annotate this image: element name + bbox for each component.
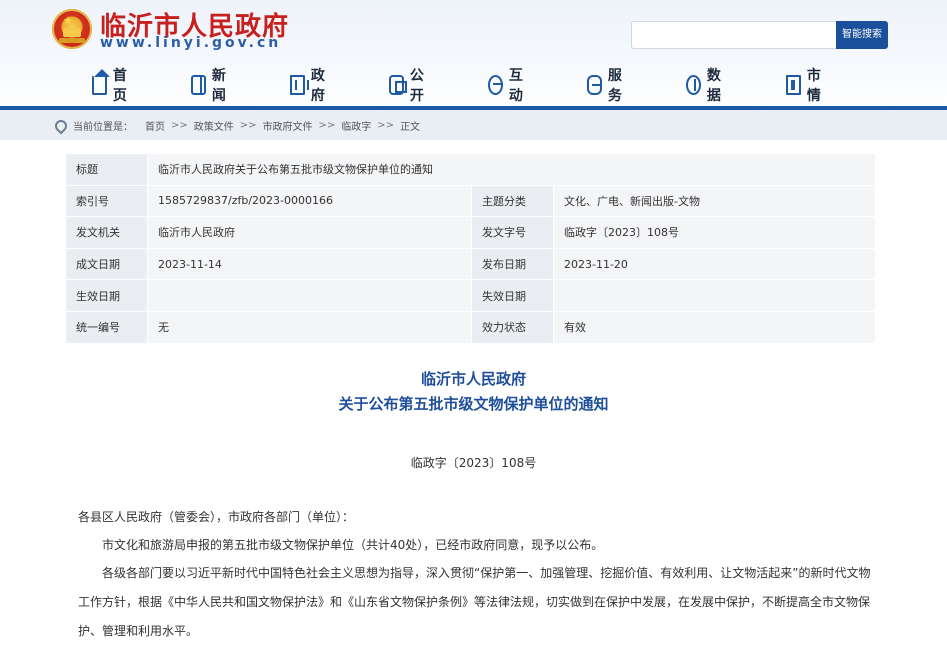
- nav-item-data[interactable]: 数据: [686, 68, 726, 104]
- doc-number-value: 临政字〔2023〕108号: [553, 216, 876, 249]
- publish-date-label: 发布日期: [471, 247, 554, 281]
- document-number: 临政字〔2023〕108号: [410, 456, 537, 470]
- index-value: 1585729837/zfb/2023-0000166: [147, 184, 472, 218]
- unified-number-value: 无: [147, 310, 472, 344]
- search-input[interactable]: [631, 21, 837, 49]
- data-icon: [686, 75, 701, 95]
- validity-status-value: 有效: [553, 310, 876, 344]
- breadcrumb: 当前位置是： 首页 >> 政策文件 >> 市政府文件 >> 临政字 >> 正文: [52, 117, 421, 134]
- table-row: 统一编号 无 效力状态 有效: [65, 310, 876, 344]
- issuer-value: 临沂市人民政府: [147, 216, 472, 249]
- government-icon: [290, 75, 309, 95]
- effective-date-value: [147, 279, 472, 312]
- service-icon: [587, 75, 602, 95]
- news-icon: [191, 75, 206, 95]
- category-value: 文化、广电、新闻出版-文物: [553, 184, 876, 218]
- interaction-icon: [488, 75, 503, 95]
- doc-number-label: 发文字号: [471, 216, 554, 249]
- validity-status-label: 效力状态: [471, 310, 554, 344]
- table-row: 发文机关 临沂市人民政府 发文字号 临政字〔2023〕108号: [65, 216, 876, 249]
- breadcrumb-bar: 当前位置是： 首页 >> 政策文件 >> 市政府文件 >> 临政字 >> 正文: [0, 110, 947, 140]
- nav-item-news[interactable]: 新闻: [191, 68, 231, 104]
- breadcrumb-item-city-docs[interactable]: 市政府文件: [263, 118, 313, 133]
- table-row: 生效日期 失效日期: [65, 279, 876, 312]
- nav-label: 数据: [706, 68, 721, 104]
- nav-label: 市情: [806, 68, 821, 104]
- breadcrumb-item-policy[interactable]: 政策文件: [194, 118, 234, 133]
- table-row: 索引号 1585729837/zfb/2023-0000166 主题分类 文化、…: [65, 184, 876, 218]
- expiry-date-value: [553, 279, 876, 312]
- location-pin-icon: [52, 117, 70, 134]
- breadcrumb-separator: >>: [318, 120, 336, 131]
- nav-item-government[interactable]: 政府: [290, 68, 330, 104]
- paragraph-1: 市文化和旅游局申报的第五批市级文物保护单位（共计40处），已经市政府同意，现予以…: [102, 538, 604, 552]
- home-icon: [92, 69, 110, 95]
- open-icon: [389, 75, 407, 95]
- written-date-value: 2023-11-14: [147, 247, 472, 281]
- category-label: 主题分类: [471, 184, 554, 218]
- salutation: 各县区人民政府（管委会），市政府各部门（单位）：: [78, 510, 355, 524]
- national-emblem-icon[interactable]: ★: [52, 9, 92, 49]
- nav-item-interaction[interactable]: 互动: [488, 68, 528, 104]
- nav-label: 首页: [112, 68, 127, 104]
- breadcrumb-prefix: 当前位置是：: [73, 122, 133, 133]
- title-value: 临沂市人民政府关于公布第五批市级文物保护单位的通知: [147, 153, 876, 186]
- title-label: 标题: [65, 153, 148, 186]
- nav-label: 服务: [607, 68, 622, 104]
- table-row: 成文日期 2023-11-14 发布日期 2023-11-20: [65, 247, 876, 281]
- expiry-date-label: 失效日期: [471, 279, 554, 312]
- nav-item-home[interactable]: 首页: [92, 68, 132, 104]
- issuer-label: 发文机关: [65, 216, 148, 249]
- site-header: ★ 临沂市人民政府 www.linyi.gov.cn 智能搜索 首页 新闻 政府…: [0, 0, 947, 108]
- nav-label: 新闻: [211, 68, 226, 104]
- breadcrumb-item-current: 正文: [400, 122, 421, 133]
- city-icon: [786, 75, 801, 95]
- breadcrumb-separator: >>: [377, 120, 395, 131]
- breadcrumb-item-linzheng[interactable]: 临政字: [341, 118, 371, 133]
- document-info-table: 标题 临沂市人民政府关于公布第五批市级文物保护单位的通知 索引号 1585729…: [65, 153, 876, 344]
- document-title-line2: 关于公布第五批市级文物保护单位的通知: [338, 395, 609, 413]
- unified-number-label: 统一编号: [65, 310, 148, 344]
- nav-item-open[interactable]: 公开: [389, 68, 429, 104]
- breadcrumb-separator: >>: [239, 120, 257, 131]
- written-date-label: 成文日期: [65, 247, 148, 281]
- nav-label: 互动: [508, 68, 523, 104]
- nav-item-city[interactable]: 市情: [786, 68, 826, 104]
- document-title-line1: 临沂市人民政府: [420, 370, 526, 388]
- search-button[interactable]: 智能搜索: [836, 21, 888, 49]
- publish-date-value: 2023-11-20: [553, 247, 876, 281]
- nav-item-service[interactable]: 服务: [587, 68, 627, 104]
- nav-label: 公开: [409, 68, 424, 104]
- paragraph-2: 各级各部门要以习近平新时代中国特色社会主义思想为指导，深入贯彻“保护第一、加强管…: [78, 566, 871, 638]
- nav-label: 政府: [310, 68, 325, 104]
- breadcrumb-item-home[interactable]: 首页: [145, 118, 165, 133]
- breadcrumb-separator: >>: [171, 120, 188, 131]
- index-label: 索引号: [65, 184, 148, 218]
- table-row: 标题 临沂市人民政府关于公布第五批市级文物保护单位的通知: [65, 153, 876, 186]
- effective-date-label: 生效日期: [65, 279, 148, 312]
- site-url[interactable]: www.linyi.gov.cn: [100, 35, 281, 51]
